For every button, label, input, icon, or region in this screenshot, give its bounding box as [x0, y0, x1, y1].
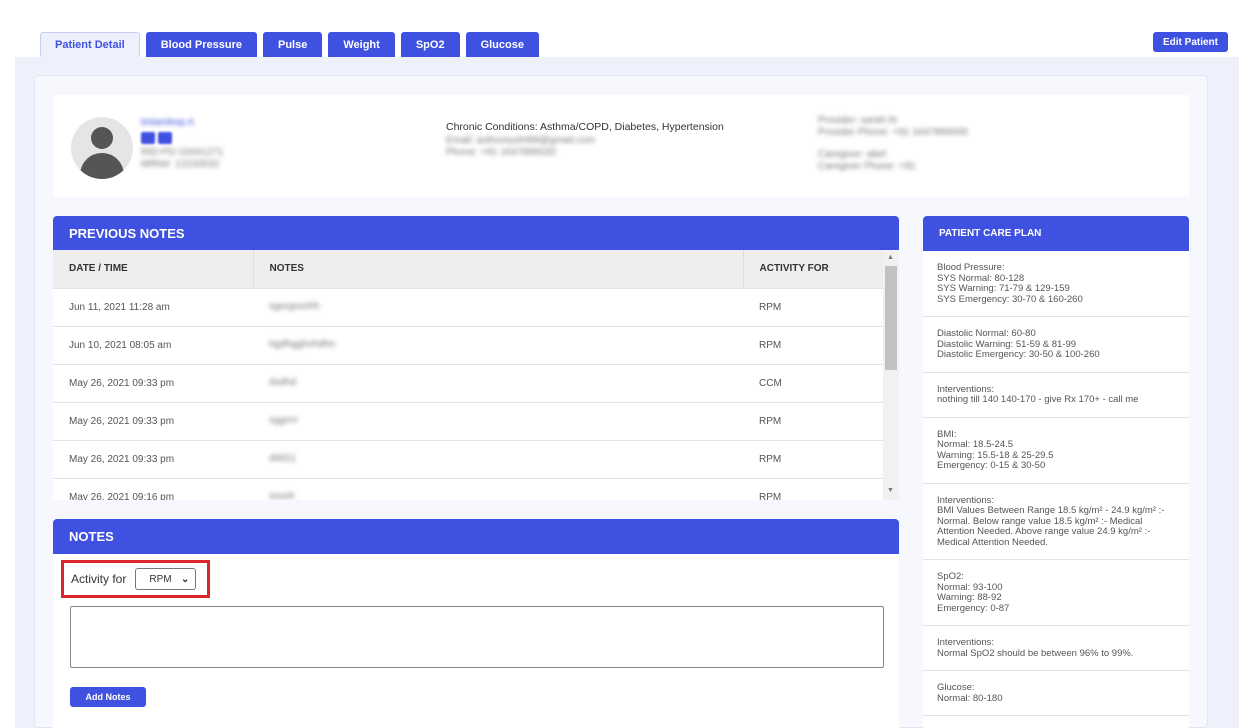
patient-identity: tintambop.rt RID-PD-10441271 MRN#: 12233… [141, 117, 223, 171]
cell-datetime: May 26, 2021 09:33 pm [53, 363, 253, 402]
care-plan-item: Blood Pressure: SYS Normal: 80-128 SYS W… [923, 251, 1189, 317]
care-plan-item: SpO2: Normal: 93-100 Warning: 88-92 Emer… [923, 560, 1189, 626]
table-header-row: DATE / TIME NOTES ACTIVITY FOR [53, 250, 883, 288]
activity-for-group: Activity for RPM ⌄ [61, 560, 210, 598]
caregiver-phone: Caregiver Phone: +91 [818, 161, 916, 172]
previous-notes-table: DATE / TIME NOTES ACTIVITY FOR Jun 11, 2… [53, 250, 883, 500]
edit-patient-button[interactable]: Edit Patient [1152, 32, 1228, 52]
cell-note: dsdhd [253, 363, 743, 402]
tab-blood-pressure[interactable]: Blood Pressure [145, 32, 257, 57]
tab-patient-detail[interactable]: Patient Detail [40, 32, 140, 57]
tab-glucose[interactable]: Glucose [465, 32, 539, 57]
patient-badges [141, 132, 223, 144]
activity-for-select[interactable]: RPM ⌄ [135, 568, 197, 590]
cell-note: sggrrrr [253, 401, 743, 440]
chronic-conditions: Chronic Conditions: Asthma/COPD, Diabete… [446, 121, 724, 133]
cell-activity: CCM [743, 363, 883, 402]
previous-notes-panel: PREVIOUS NOTES DATE / TIME NOTES ACTIVIT… [53, 216, 899, 500]
table-row: May 26, 2021 09:16 pm ssssh RPM [53, 477, 883, 500]
provider-phone: Provider Phone: +91 1647895000 [818, 127, 968, 138]
cell-activity: RPM [743, 439, 883, 478]
cell-note: sgsrgssshh [253, 287, 743, 326]
notes-form-panel: NOTES Activity for RPM ⌄ Add Notes [53, 519, 899, 728]
patient-mrn: MRN#: 12233532 [141, 159, 220, 170]
previous-notes-table-wrapper[interactable]: DATE / TIME NOTES ACTIVITY FOR Jun 11, 2… [53, 250, 899, 500]
patient-care-plan-panel: PATIENT CARE PLAN Blood Pressure: SYS No… [923, 216, 1189, 728]
avatar-body-shape [80, 153, 124, 179]
tab-bar: Patient Detail Blood Pressure Pulse Weig… [40, 32, 539, 57]
cell-activity: RPM [743, 401, 883, 440]
previous-notes-title: PREVIOUS NOTES [53, 216, 899, 250]
column-header-activity: ACTIVITY FOR [743, 250, 883, 288]
provider-name: Provider: sarah.ht [818, 115, 897, 126]
tab-weight[interactable]: Weight [328, 32, 395, 57]
patient-name-link[interactable]: tintambop.rt [141, 117, 223, 129]
cell-datetime: Jun 10, 2021 08:05 am [53, 325, 253, 364]
cell-datetime: May 26, 2021 09:33 pm [53, 439, 253, 478]
caregiver-name: Caregiver: abel [818, 149, 886, 160]
cell-datetime: Jun 11, 2021 11:28 am [53, 287, 253, 326]
table-scrollbar[interactable]: ▲ ▼ [883, 250, 899, 500]
care-plan-item: Interventions: nothing till 140 140-170 … [923, 373, 1189, 418]
table-row: Jun 10, 2021 08:05 am hgdhgghvhdhn RPM [53, 325, 883, 364]
table-row: May 26, 2021 09:33 pm sggrrrr RPM [53, 401, 883, 440]
care-plan-item: Interventions: Normal SpO2 should be bet… [923, 626, 1189, 671]
table-row: May 26, 2021 09:33 pm ddd11 RPM [53, 439, 883, 478]
chevron-down-icon: ⌄ [180, 573, 190, 585]
care-plan-item: Diastolic Normal: 60-80 Diastolic Warnin… [923, 317, 1189, 373]
add-notes-button[interactable]: Add Notes [70, 687, 146, 707]
patient-summary-card: tintambop.rt RID-PD-10441271 MRN#: 12233… [53, 95, 1189, 197]
care-plan-title: PATIENT CARE PLAN [923, 216, 1189, 251]
patient-id: RID-PD-10441271 [141, 147, 224, 158]
tab-spo2[interactable]: SpO2 [400, 32, 460, 57]
tab-pulse[interactable]: Pulse [263, 32, 323, 57]
activity-for-value: RPM [149, 573, 172, 585]
care-plan-item: BMI: Normal: 18.5-24.5 Warning: 15.5-18 … [923, 418, 1189, 484]
badge-icon [158, 132, 172, 144]
cell-datetime: May 26, 2021 09:33 pm [53, 401, 253, 440]
scroll-up-icon[interactable]: ▲ [887, 254, 894, 261]
scrollbar-thumb[interactable] [885, 266, 897, 370]
patient-contact: Chronic Conditions: Asthma/COPD, Diabete… [446, 121, 724, 159]
cell-datetime: May 26, 2021 09:16 pm [53, 477, 253, 500]
scroll-down-icon[interactable]: ▼ [887, 487, 894, 494]
note-textarea[interactable] [70, 606, 884, 668]
provider-info: Provider: sarah.ht Provider Phone: +91 1… [818, 115, 968, 173]
care-plan-item: Glucose: Normal: 80-180 [923, 671, 1189, 716]
badge-icon [141, 132, 155, 144]
cell-note: ssssh [253, 477, 743, 500]
table-row: Jun 11, 2021 11:28 am sgsrgssshh RPM [53, 287, 883, 326]
cell-note: ddd11 [253, 439, 743, 478]
column-header-datetime: DATE / TIME [53, 250, 254, 288]
cell-activity: RPM [743, 477, 883, 500]
avatar [71, 117, 133, 179]
activity-for-label: Activity for [71, 572, 127, 586]
care-plan-item: Interventions: BMI Values Between Range … [923, 484, 1189, 560]
column-header-notes: NOTES [253, 250, 744, 288]
cell-activity: RPM [743, 287, 883, 326]
table-row: May 26, 2021 09:33 pm dsdhd CCM [53, 363, 883, 402]
avatar-head-shape [91, 127, 113, 149]
notes-form-title: NOTES [53, 519, 899, 554]
cell-activity: RPM [743, 325, 883, 364]
patient-email: Email: asthoreysht99@gmail.com [446, 135, 596, 146]
cell-note: hgdhgghvhdhn [253, 325, 743, 364]
patient-phone: Phone: +91 1647895020 [446, 147, 556, 158]
